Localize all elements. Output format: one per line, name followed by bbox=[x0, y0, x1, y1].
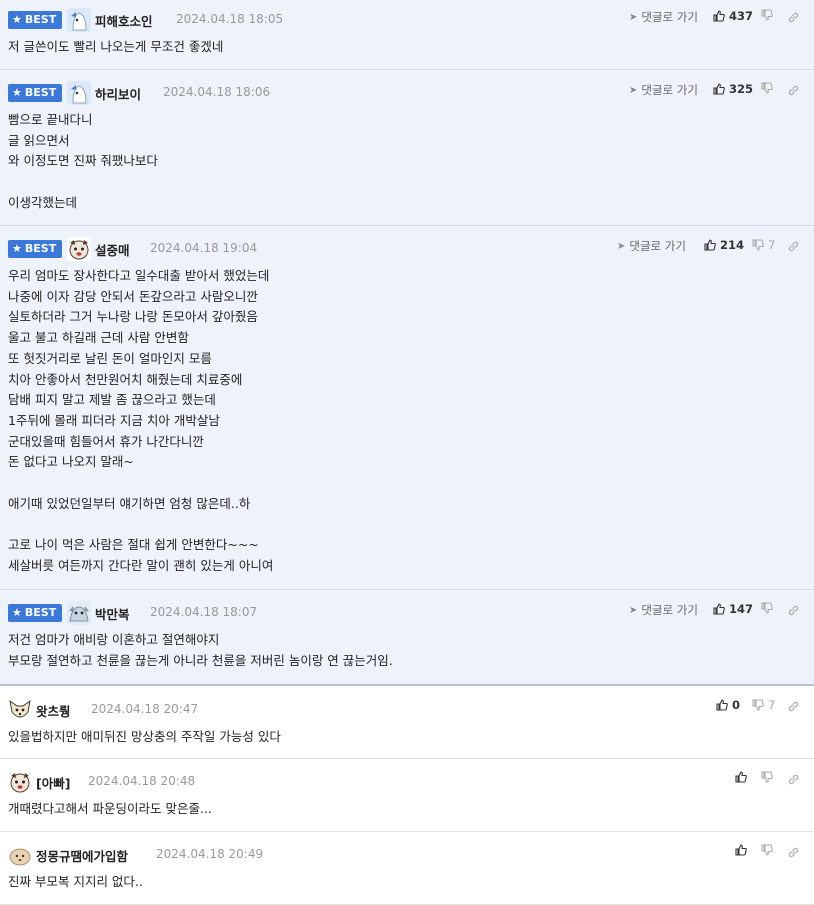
comment-best: ★ BEST 설중매 2024.04.18 19:04 ➤ 댓글로 가기 214… bbox=[0, 226, 814, 590]
thumbs-down-icon bbox=[761, 9, 773, 21]
star-icon: ★ bbox=[12, 242, 22, 255]
upvote-button[interactable]: 214 bbox=[704, 238, 744, 252]
reply-link[interactable]: ➤ 댓글로 가기 bbox=[617, 238, 686, 254]
thumbs-up-icon bbox=[704, 239, 716, 251]
thumbs-up-icon bbox=[735, 844, 747, 856]
best-badge: ★ BEST bbox=[8, 84, 63, 102]
upvote-button[interactable] bbox=[735, 844, 751, 856]
comment-text: 진짜 부모복 지지리 없다.. bbox=[8, 874, 143, 889]
link-icon[interactable] bbox=[787, 844, 800, 863]
timestamp: 2024.04.18 18:05 bbox=[176, 12, 284, 26]
upvote-count: 214 bbox=[720, 238, 745, 252]
comment-best: ★ BEST 하리보이 2024.04.18 18:06 ➤ 댓글로 가기 32… bbox=[0, 70, 814, 226]
upvote-button[interactable]: 147 bbox=[713, 602, 753, 616]
thumbs-up-icon bbox=[716, 699, 728, 711]
downvote-button[interactable]: 7 bbox=[752, 698, 775, 712]
nickname[interactable]: 설중매 bbox=[95, 240, 130, 259]
link-icon[interactable] bbox=[787, 238, 800, 257]
upvote-button[interactable]: 0 bbox=[716, 698, 740, 712]
best-badge: ★ BEST bbox=[8, 11, 63, 29]
avatar[interactable] bbox=[8, 698, 32, 722]
comment-text: 개때렸다고해서 파운딩이라도 맞은줄... bbox=[8, 801, 212, 816]
comment-text: 저건 엄마가 애비랑 이혼하고 절연해야지 부모랑 절연하고 천륜을 끊는게 아… bbox=[8, 632, 393, 668]
thumbs-up-icon bbox=[735, 771, 747, 783]
link-icon[interactable] bbox=[787, 9, 800, 28]
link-icon[interactable] bbox=[787, 602, 800, 621]
arrow-icon: ➤ bbox=[617, 240, 626, 252]
thumbs-up-icon bbox=[713, 83, 725, 95]
nickname[interactable]: 피해호소인 bbox=[95, 11, 153, 30]
thumbs-up-icon bbox=[713, 603, 725, 615]
comment: 정몽규땜에가입함 2024.04.18 20:49 진짜 부모복 지지리 없다.… bbox=[0, 832, 814, 905]
nickname[interactable]: 하리보이 bbox=[95, 84, 141, 103]
link-icon[interactable] bbox=[787, 82, 800, 101]
upvote-button[interactable]: 325 bbox=[713, 82, 753, 96]
arrow-icon: ➤ bbox=[629, 84, 638, 96]
upvote-count: 325 bbox=[729, 82, 754, 96]
arrow-icon: ➤ bbox=[629, 604, 638, 616]
thumbs-down-icon bbox=[761, 771, 773, 783]
downvote-button[interactable] bbox=[761, 602, 777, 614]
timestamp: 2024.04.18 20:47 bbox=[91, 702, 199, 716]
nickname[interactable]: 왓츠뤙 bbox=[36, 701, 71, 720]
downvote-button[interactable] bbox=[761, 82, 777, 94]
downvote-button[interactable] bbox=[761, 9, 777, 21]
upvote-count: 0 bbox=[732, 698, 741, 712]
comment-text: 있을법하지만 애미뒤진 망상충의 주작일 가능성 있다 bbox=[8, 729, 281, 744]
star-icon: ★ bbox=[12, 86, 22, 99]
thumbs-down-icon bbox=[752, 699, 764, 711]
comment: 왓츠뤙 2024.04.18 20:47 0 7 있을법하지만 애미뒤진 망상충… bbox=[0, 686, 814, 759]
thumbs-down-icon bbox=[761, 844, 773, 856]
comment-best: ★ BEST 피해호소인 2024.04.18 18:05 ➤ 댓글로 가기 4… bbox=[0, 0, 814, 70]
nickname[interactable]: 박만복 bbox=[95, 604, 130, 623]
upvote-count: 147 bbox=[729, 602, 754, 616]
timestamp: 2024.04.18 18:07 bbox=[150, 605, 258, 619]
link-icon[interactable] bbox=[787, 698, 800, 717]
timestamp: 2024.04.18 18:06 bbox=[163, 85, 271, 99]
downvote-button[interactable]: 7 bbox=[752, 238, 775, 252]
star-icon: ★ bbox=[12, 13, 22, 26]
reply-link[interactable]: ➤ 댓글로 가기 bbox=[629, 602, 698, 618]
thumbs-down-icon bbox=[752, 239, 764, 251]
timestamp: 2024.04.18 20:48 bbox=[88, 774, 196, 788]
avatar[interactable] bbox=[67, 601, 91, 625]
star-icon: ★ bbox=[12, 606, 22, 619]
comment-text: 우리 엄마도 장사한다고 일수대출 받아서 했었는데 나중에 이자 감당 안되서… bbox=[8, 268, 274, 573]
downvote-button[interactable] bbox=[761, 844, 777, 856]
best-badge: ★ BEST bbox=[8, 604, 63, 622]
comment: [아빠] 2024.04.18 20:48 개때렸다고해서 파운딩이라도 맞은줄… bbox=[0, 759, 814, 832]
comment-text: 저 글쓴이도 빨리 나오는게 무조건 좋겠네 bbox=[8, 39, 224, 54]
arrow-icon: ➤ bbox=[629, 11, 638, 23]
upvote-button[interactable]: 437 bbox=[713, 9, 753, 23]
reply-link[interactable]: ➤ 댓글로 가기 bbox=[629, 82, 698, 98]
thumbs-up-icon bbox=[713, 10, 725, 22]
nickname[interactable]: [아빠] bbox=[36, 773, 70, 792]
reply-link[interactable]: ➤ 댓글로 가기 bbox=[629, 9, 698, 25]
thumbs-down-icon bbox=[761, 82, 773, 94]
downvote-button[interactable] bbox=[761, 771, 777, 783]
avatar[interactable] bbox=[67, 81, 91, 105]
avatar[interactable] bbox=[8, 770, 32, 794]
timestamp: 2024.04.18 20:49 bbox=[156, 847, 264, 861]
downvote-count: 7 bbox=[768, 698, 776, 712]
downvote-count: 7 bbox=[768, 238, 776, 252]
avatar[interactable] bbox=[67, 237, 91, 261]
link-icon[interactable] bbox=[787, 771, 800, 790]
timestamp: 2024.04.18 19:04 bbox=[150, 241, 258, 255]
comment-text: 빰으로 끝내다니 글 읽으면서 와 이정도면 진짜 줘팼나보다 이생각했는데 bbox=[8, 112, 158, 210]
upvote-button[interactable] bbox=[735, 771, 751, 783]
avatar[interactable] bbox=[8, 843, 32, 867]
upvote-count: 437 bbox=[729, 9, 754, 23]
thumbs-down-icon bbox=[761, 602, 773, 614]
avatar[interactable] bbox=[67, 8, 91, 32]
comment-best: ★ BEST 박만복 2024.04.18 18:07 ➤ 댓글로 가기 147… bbox=[0, 590, 814, 686]
nickname[interactable]: 정몽규땜에가입함 bbox=[36, 846, 128, 865]
best-badge: ★ BEST bbox=[8, 240, 63, 258]
